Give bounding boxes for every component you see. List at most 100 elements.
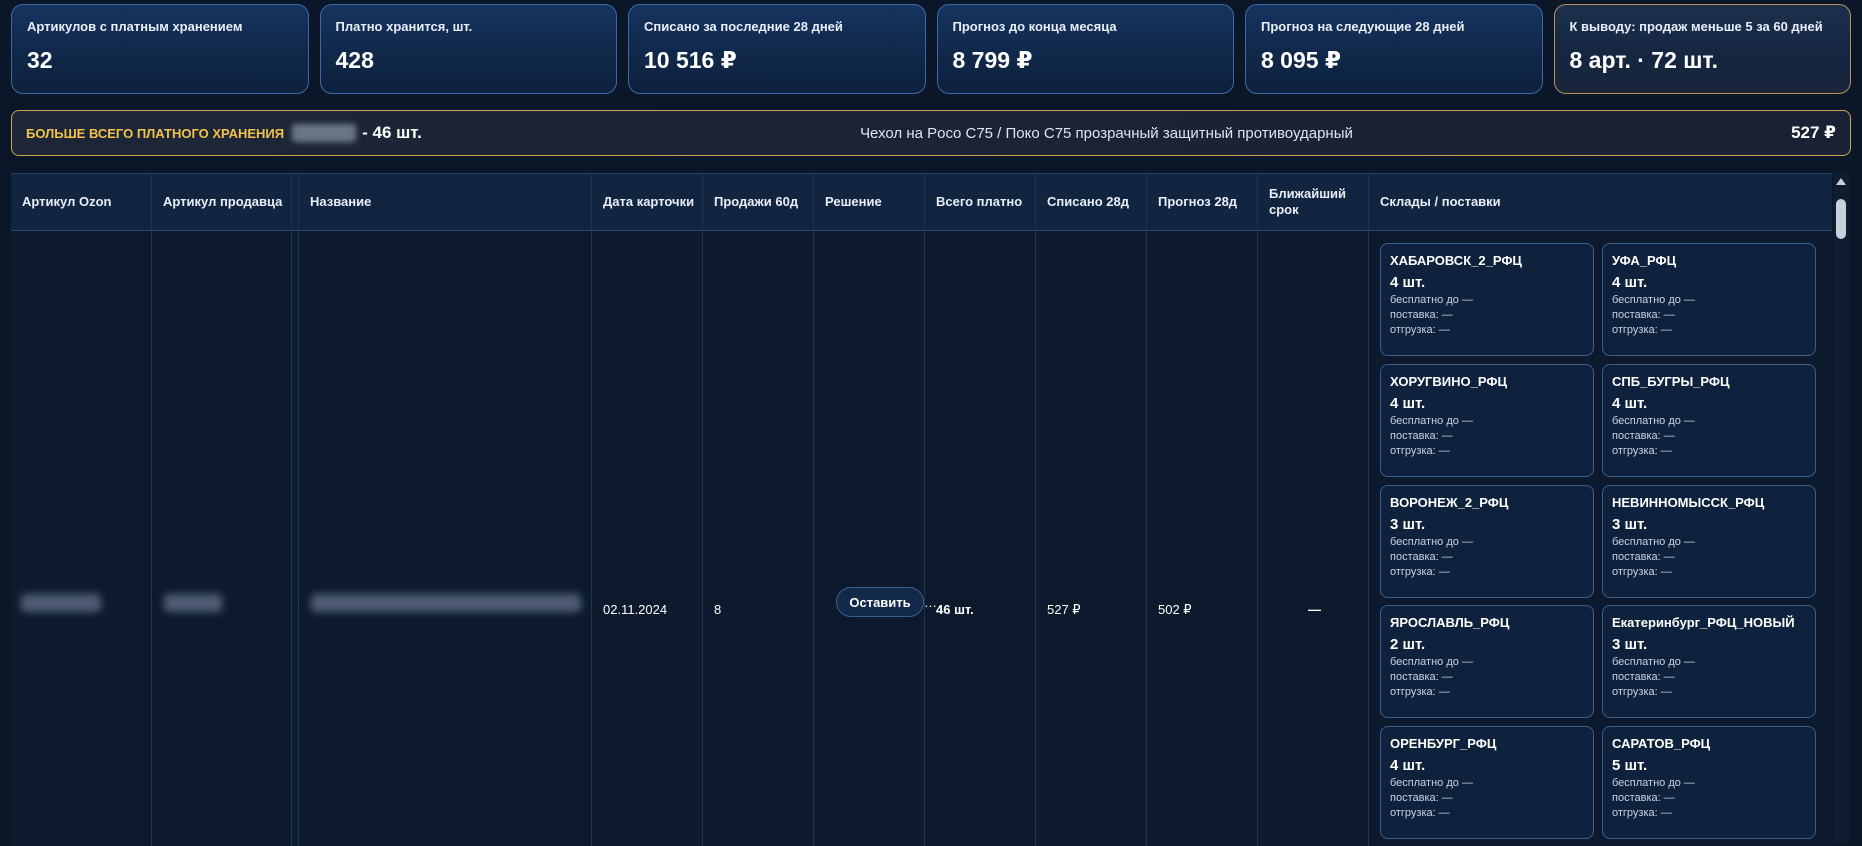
- vertical-scrollbar[interactable]: [1833, 173, 1849, 845]
- column-divider: [291, 174, 292, 846]
- warehouse-name: ЯРОСЛАВЛЬ_РФЦ: [1390, 615, 1510, 630]
- warehouse-free-until: бесплатно до —: [1612, 536, 1695, 548]
- header-forecast-28d[interactable]: Прогноз 28д: [1147, 174, 1257, 230]
- warehouse-free-until: бесплатно до —: [1390, 656, 1473, 668]
- kpi-paid-units: Платно хранится, шт. 428: [319, 4, 617, 94]
- header-ozon-sku[interactable]: Артикул Ozon: [11, 174, 151, 230]
- warehouse-qty: 5 шт.: [1612, 757, 1648, 774]
- column-divider: [1368, 174, 1369, 846]
- kpi-written-off-28d: Списано за последние 28 дней 10 516 ₽: [628, 4, 926, 94]
- warehouse-name: ХОРУГВИНО_РФЦ: [1390, 374, 1507, 389]
- warehouse-supply: поставка: —: [1390, 309, 1453, 321]
- warehouse-name: УФА_РФЦ: [1612, 253, 1677, 268]
- warehouse-shipment: отгрузка: —: [1612, 324, 1672, 336]
- warehouse-supply: поставка: —: [1390, 430, 1453, 442]
- kpi-to-withdraw: К выводу: продаж меньше 5 за 60 дней 8 а…: [1553, 4, 1851, 94]
- warehouse-card: ХАБАРОВСК_2_РФЦ 4 шт. бесплатно до — пос…: [1380, 243, 1594, 356]
- warehouse-card: СПБ_БУГРЫ_РФЦ 4 шт. бесплатно до — поста…: [1602, 364, 1816, 477]
- warehouse-supply: поставка: —: [1612, 430, 1675, 442]
- warehouse-qty: 2 шт.: [1390, 636, 1426, 653]
- header-sales-60d[interactable]: Продажи 60д: [703, 174, 813, 230]
- keep-button[interactable]: Оставить: [836, 587, 924, 617]
- warehouse-card: ЯРОСЛАВЛЬ_РФЦ 2 шт. бесплатно до — поста…: [1380, 605, 1594, 718]
- kpi-value: 8 арт. · 72 шт.: [1569, 47, 1719, 73]
- column-divider: [1035, 174, 1036, 846]
- column-divider: [924, 174, 925, 846]
- column-divider: [1257, 174, 1258, 846]
- warehouse-qty: 3 шт.: [1390, 516, 1426, 533]
- warehouse-free-until: бесплатно до —: [1390, 294, 1473, 306]
- warehouse-free-until: бесплатно до —: [1390, 415, 1473, 427]
- warehouse-qty: 4 шт.: [1390, 757, 1426, 774]
- product-name-blurred: [311, 594, 581, 612]
- warehouse-free-until: бесплатно до —: [1612, 656, 1695, 668]
- kpi-label: Списано за последние 28 дней: [644, 19, 843, 34]
- header-decision[interactable]: Решение: [814, 174, 924, 230]
- warehouse-shipment: отгрузка: —: [1612, 686, 1672, 698]
- header-card-date[interactable]: Дата карточки: [592, 174, 702, 230]
- warehouse-name: САРАТОВ_РФЦ: [1612, 736, 1711, 751]
- column-divider: [591, 174, 592, 846]
- kpi-forecast-month-end: Прогноз до конца месяца 8 799 ₽: [936, 4, 1234, 94]
- header-name[interactable]: Название: [299, 174, 589, 230]
- warehouse-name: Екатеринбург_РФЦ_НОВЫЙ: [1612, 615, 1795, 630]
- warehouse-name: СПБ_БУГРЫ_РФЦ: [1612, 374, 1730, 389]
- scroll-up-arrow-icon[interactable]: [1836, 178, 1846, 185]
- warehouse-free-until: бесплатно до —: [1390, 777, 1473, 789]
- banner-label: БОЛЬШЕ ВСЕГО ПЛАТНОГО ХРАНЕНИЯ: [26, 125, 285, 141]
- ozon-sku-blurred: [21, 594, 101, 612]
- seller-sku-blurred: [164, 594, 222, 612]
- storage-table: Артикул Ozon Артикул продавца Название Д…: [11, 173, 1832, 846]
- warehouse-card: ХОРУГВИНО_РФЦ 4 шт. бесплатно до — поста…: [1380, 364, 1594, 477]
- warehouse-supply: поставка: —: [1390, 551, 1453, 563]
- header-written-28d[interactable]: Списано 28д: [1036, 174, 1146, 230]
- kpi-value: 8 095 ₽: [1261, 47, 1341, 73]
- warehouse-supply: поставка: —: [1612, 792, 1675, 804]
- forecast-28d-cell: 502 ₽: [1158, 602, 1192, 617]
- nearest-date-cell: —: [1308, 602, 1321, 617]
- warehouse-card: УФА_РФЦ 4 шт. бесплатно до — поставка: —…: [1602, 243, 1816, 356]
- kpi-label: Артикулов с платным хранением: [27, 19, 243, 34]
- warehouse-card: ОРЕНБУРГ_РФЦ 4 шт. бесплатно до — постав…: [1380, 726, 1594, 839]
- kpi-paid-storage-skus: Артикулов с платным хранением 32: [11, 4, 309, 94]
- kpi-value: 10 516 ₽: [644, 47, 737, 73]
- banner-price: 527 ₽: [1791, 123, 1836, 142]
- warehouse-shipment: отгрузка: —: [1612, 566, 1672, 578]
- warehouse-card: Екатеринбург_РФЦ_НОВЫЙ 3 шт. бесплатно д…: [1602, 605, 1816, 718]
- banner-sku-blurred: [292, 124, 357, 142]
- total-paid-cell: 46 шт.: [936, 602, 974, 617]
- warehouse-free-until: бесплатно до —: [1612, 777, 1695, 789]
- header-nearest-date[interactable]: Ближайший срок: [1258, 174, 1358, 230]
- warehouse-supply: поставка: —: [1612, 551, 1675, 563]
- header-total-paid[interactable]: Всего платно: [925, 174, 1035, 230]
- kpi-forecast-next-28d: Прогноз на следующие 28 дней 8 095 ₽: [1245, 4, 1543, 94]
- header-warehouses[interactable]: Склады / поставки: [1369, 174, 1669, 230]
- top-paid-storage-banner: БОЛЬШЕ ВСЕГО ПЛАТНОГО ХРАНЕНИЯ - 46 шт. …: [11, 110, 1851, 156]
- scrollbar-thumb[interactable]: [1836, 199, 1846, 239]
- warehouse-free-until: бесплатно до —: [1612, 415, 1695, 427]
- card-date-cell: 02.11.2024: [603, 602, 668, 617]
- warehouse-shipment: отгрузка: —: [1390, 324, 1450, 336]
- sales-60d-cell: 8: [714, 602, 722, 617]
- warehouse-card: ВОРОНЕЖ_2_РФЦ 3 шт. бесплатно до — поста…: [1380, 485, 1594, 598]
- warehouse-free-until: бесплатно до —: [1390, 536, 1473, 548]
- warehouse-supply: поставка: —: [1390, 671, 1453, 683]
- header-seller-sku[interactable]: Артикул продавца: [152, 174, 292, 230]
- warehouse-shipment: отгрузка: —: [1612, 445, 1672, 457]
- kpi-label: Прогноз на следующие 28 дней: [1261, 19, 1465, 34]
- table-header: Артикул Ozon Артикул продавца Название Д…: [11, 174, 1832, 231]
- column-divider: [702, 174, 703, 846]
- kpi-value: 32: [27, 47, 53, 73]
- column-divider: [1146, 174, 1147, 846]
- warehouse-shipment: отгрузка: —: [1390, 807, 1450, 819]
- warehouse-supply: поставка: —: [1390, 792, 1453, 804]
- kpi-value: 8 799 ₽: [952, 47, 1033, 73]
- warehouse-supply: поставка: —: [1612, 671, 1675, 683]
- column-divider: [151, 174, 152, 846]
- warehouse-card: САРАТОВ_РФЦ 5 шт. бесплатно до — поставк…: [1602, 726, 1816, 839]
- warehouse-shipment: отгрузка: —: [1612, 807, 1672, 819]
- kpi-value: 428: [335, 47, 374, 73]
- written-28d-cell: 527 ₽: [1047, 602, 1081, 617]
- warehouse-qty: 4 шт.: [1390, 274, 1426, 291]
- warehouse-name: ОРЕНБУРГ_РФЦ: [1390, 736, 1497, 751]
